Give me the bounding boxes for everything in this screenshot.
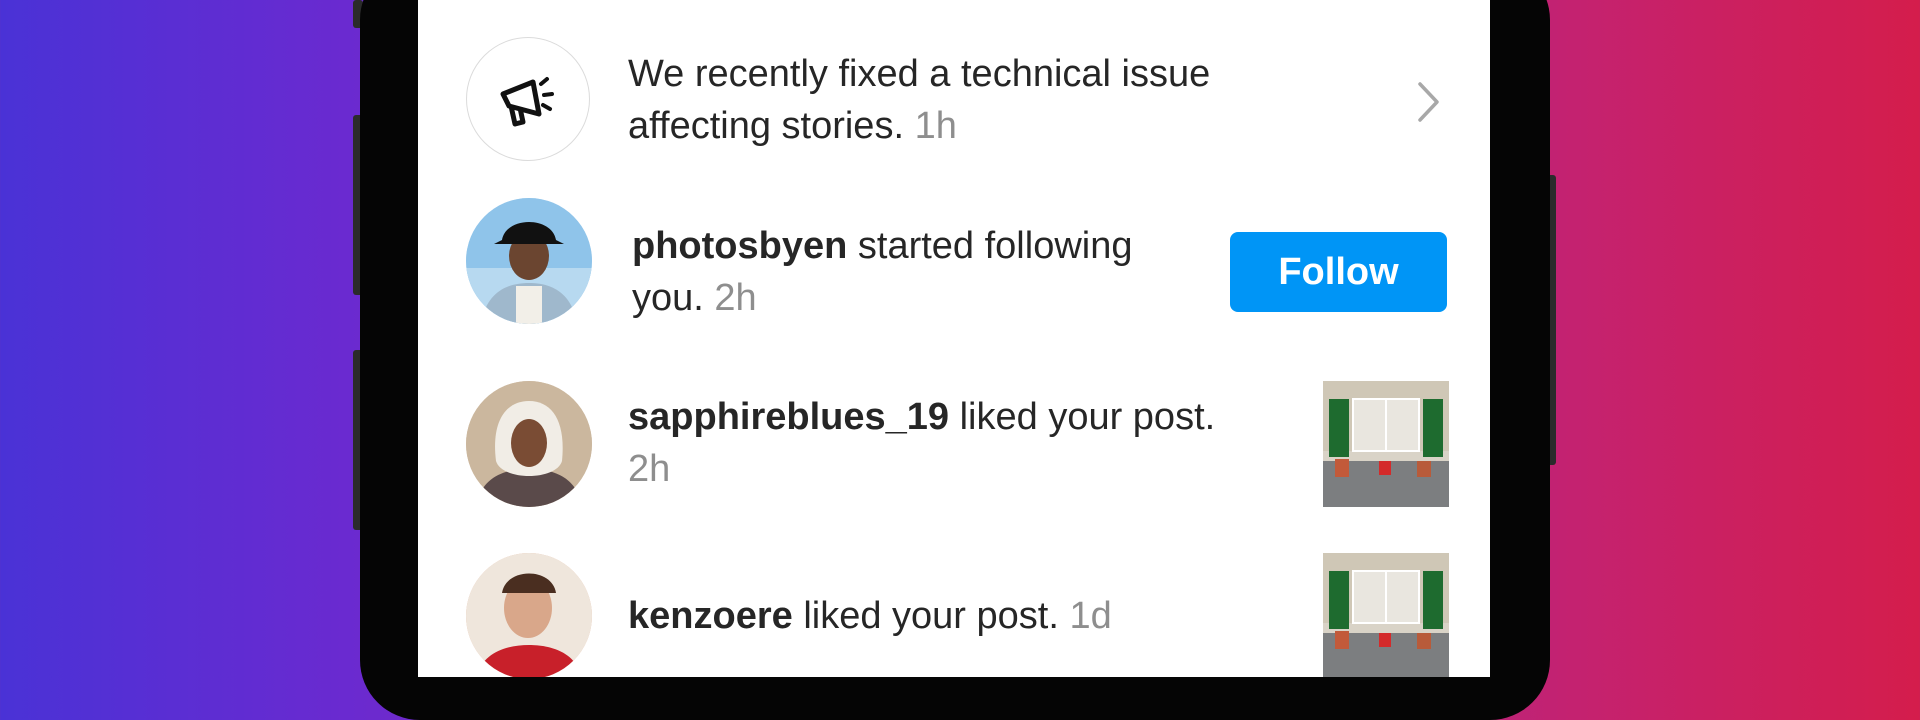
like-time: 2h [628, 448, 671, 490]
like-action: liked your post. [959, 396, 1216, 438]
like-action: liked your post. [803, 595, 1059, 637]
user-photo-sapphireblues-19 [466, 381, 592, 507]
post-thumbnail[interactable] [1323, 381, 1449, 507]
activity-screen: We recently fixed a technical issue affe… [418, 0, 1490, 677]
megaphone-icon [500, 77, 554, 127]
notification-follow[interactable]: photosbyen started following you. 2h Fol… [418, 198, 1490, 338]
avatar[interactable] [466, 198, 592, 324]
username[interactable]: kenzoere [628, 595, 793, 637]
follow-action-line-2: you. [632, 277, 704, 319]
announcement-text: We recently fixed a technical issue affe… [628, 48, 1210, 152]
post-photo [1323, 381, 1449, 507]
follow-action-line-1: started following [857, 225, 1133, 267]
announcement-avatar [466, 37, 590, 161]
like-text: kenzoere liked your post. 1d [628, 590, 1112, 642]
announcement-line-2: affecting stories. [628, 105, 905, 147]
post-photo [1323, 553, 1449, 677]
username[interactable]: photosbyen [632, 225, 847, 267]
notification-announcement[interactable]: We recently fixed a technical issue affe… [418, 32, 1490, 172]
user-photo-kenzoere [466, 553, 592, 677]
avatar[interactable] [466, 381, 592, 507]
notification-like[interactable]: sapphireblues_19 liked your post. 2h [418, 381, 1490, 521]
like-time: 1d [1069, 595, 1112, 637]
follow-time: 2h [714, 277, 757, 319]
chevron-right-icon[interactable] [1413, 80, 1443, 124]
username[interactable]: sapphireblues_19 [628, 396, 949, 438]
user-photo-photosbyen [466, 198, 592, 324]
notification-like[interactable]: kenzoere liked your post. 1d [418, 553, 1490, 677]
announcement-line-1: We recently fixed a technical issue [628, 53, 1211, 95]
follow-text: photosbyen started following you. 2h [632, 220, 1132, 324]
post-thumbnail[interactable] [1323, 553, 1449, 677]
avatar[interactable] [466, 553, 592, 677]
like-text: sapphireblues_19 liked your post. 2h [628, 391, 1215, 495]
announcement-time: 1h [914, 105, 957, 147]
follow-button[interactable]: Follow [1230, 232, 1447, 312]
